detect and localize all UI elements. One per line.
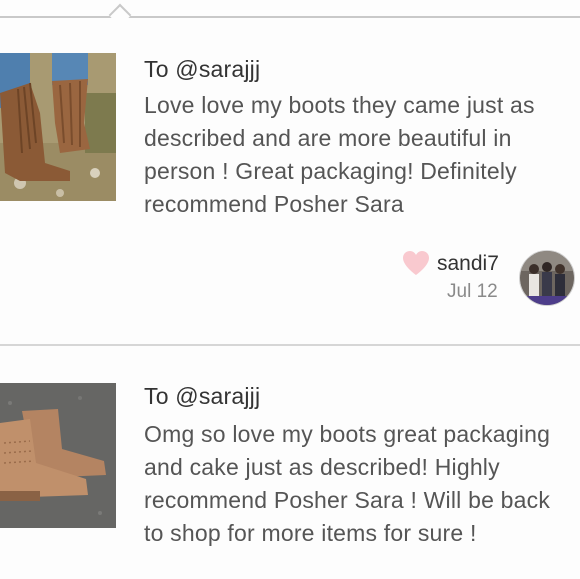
review-date: Jul 12 [447, 281, 498, 302]
review-recipient[interactable]: To @sarajjj [144, 383, 260, 410]
top-divider [0, 16, 580, 18]
heart-icon[interactable] [402, 250, 430, 276]
tab-pointer-caret [108, 3, 132, 27]
review-recipient[interactable]: To @sarajjj [144, 56, 260, 83]
review-divider [0, 344, 580, 346]
review-author-username[interactable]: sandi7 [437, 252, 499, 276]
review-text: Omg so love my boots great packaging and… [144, 421, 551, 546]
listing-thumbnail-fringe-boots[interactable] [0, 53, 116, 201]
author-avatar[interactable] [519, 250, 575, 306]
love-notes-page: To @sarajjj Love love my boots they came… [0, 0, 580, 579]
listing-thumbnail-ankle-boots[interactable] [0, 383, 116, 528]
review-text: Love love my boots they came just as des… [144, 92, 535, 217]
